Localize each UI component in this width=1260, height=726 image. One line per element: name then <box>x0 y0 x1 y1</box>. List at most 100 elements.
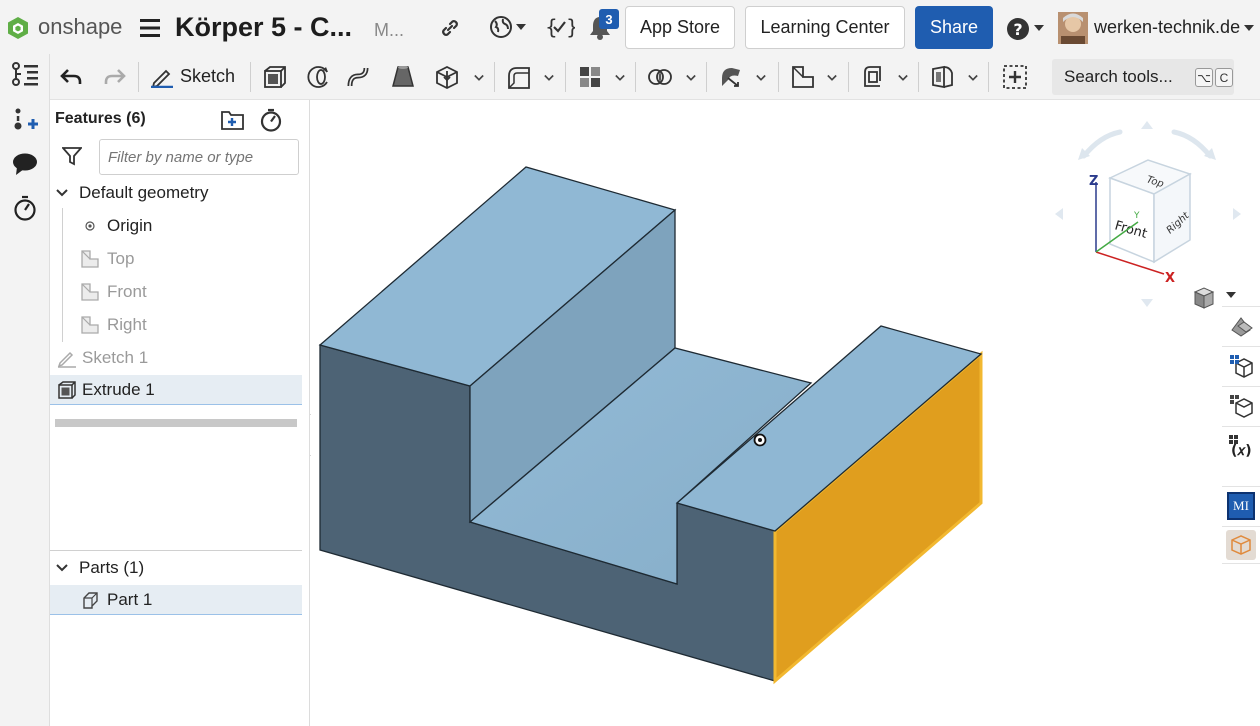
chevron-down-icon[interactable] <box>1226 292 1236 299</box>
feature-item-front[interactable]: Front <box>50 277 302 307</box>
svg-text:{: { <box>545 15 558 39</box>
add-folder-icon[interactable] <box>220 108 246 132</box>
feature-item-top[interactable]: Top <box>50 244 302 274</box>
hamburger-menu-icon[interactable] <box>140 19 162 37</box>
chevron-down-icon[interactable] <box>544 74 554 82</box>
globe-icon[interactable] <box>489 15 513 39</box>
chevron-down-icon[interactable] <box>968 74 978 82</box>
comments-icon[interactable] <box>12 152 38 176</box>
add-custom-feature-icon[interactable] <box>1002 64 1028 90</box>
sketch-button[interactable]: Sketch <box>180 66 235 87</box>
chevron-down-icon[interactable] <box>1244 25 1254 32</box>
view-cube[interactable]: Top Front Right Z X Y <box>1050 116 1246 312</box>
parts-header: Parts (1) <box>79 558 145 577</box>
search-tools-button[interactable]: Search tools... ⌥ C <box>1052 59 1234 95</box>
feature-item-label: Front <box>107 282 147 301</box>
plugin-mk-icon: MI <box>1227 491 1255 520</box>
surface-icon[interactable] <box>930 64 956 90</box>
chevron-down-icon[interactable] <box>1034 25 1044 32</box>
rollback-bar[interactable] <box>55 419 297 427</box>
feature-list-icon[interactable] <box>11 62 39 88</box>
left-rail <box>0 54 50 726</box>
mass-properties-tool[interactable] <box>1222 346 1260 384</box>
chevron-down-icon[interactable] <box>827 74 837 82</box>
chevron-down-icon[interactable] <box>516 24 526 31</box>
redo-icon[interactable] <box>104 66 126 88</box>
plane-icon <box>81 283 99 301</box>
chevron-down-icon[interactable] <box>756 74 766 82</box>
thicken-icon[interactable] <box>434 64 460 90</box>
top-bar: onshape Körper 5 - C... M... { } 3 App S… <box>0 0 1260 54</box>
onshape-logo-icon[interactable] <box>6 16 30 40</box>
transform-icon[interactable] <box>718 64 744 90</box>
chevron-down-icon[interactable] <box>615 74 625 82</box>
variables-icon[interactable] <box>12 108 40 134</box>
feature-panel: Features (6) Default geometry Origin Top… <box>50 100 310 726</box>
plugin-box-tool[interactable] <box>1222 526 1260 564</box>
plane-icon[interactable] <box>790 64 816 90</box>
toolbar-separator <box>565 62 566 92</box>
plugin-mk-tool[interactable]: MI <box>1222 486 1260 524</box>
toolbar-separator <box>138 62 139 92</box>
filter-icon[interactable] <box>62 146 82 166</box>
named-views-tool[interactable] <box>1222 386 1260 424</box>
chevron-down-icon[interactable] <box>898 74 908 82</box>
performance-timer-icon[interactable] <box>12 194 38 222</box>
feature-item-label: Top <box>107 249 135 268</box>
feature-item-extrude-1[interactable]: Extrude 1 <box>50 375 302 405</box>
link-icon[interactable] <box>439 17 461 39</box>
view-options-cube-icon[interactable] <box>1192 286 1218 310</box>
chevron-down-icon[interactable] <box>474 74 484 82</box>
svg-text:?: ? <box>1013 20 1022 39</box>
toolbar-separator <box>988 62 989 92</box>
panel-divider <box>50 550 302 551</box>
feature-item-right[interactable]: Right <box>50 310 302 340</box>
part-item-label: Part 1 <box>107 590 153 609</box>
svg-text:(𝑥): (𝑥) <box>1231 443 1252 459</box>
toolbar-separator <box>918 62 919 92</box>
filter-input[interactable] <box>99 139 299 175</box>
part-item-part-1[interactable]: Part 1 <box>50 585 302 615</box>
sheet-metal-icon[interactable] <box>860 64 886 90</box>
toolbar-separator <box>848 62 849 92</box>
appearance-icon <box>1231 316 1253 337</box>
loft-icon[interactable] <box>390 64 416 90</box>
section-view-icon <box>1230 354 1253 378</box>
shortcut-key-option: ⌥ <box>1195 68 1213 87</box>
document-title[interactable]: Körper 5 - C... <box>175 12 352 43</box>
fillet-icon[interactable] <box>506 64 532 90</box>
rollback-timer-icon[interactable] <box>259 107 283 133</box>
sketch-pencil-icon[interactable] <box>150 66 174 88</box>
document-subtitle[interactable]: M... <box>374 20 404 41</box>
feature-item-label: Right <box>107 315 147 334</box>
help-icon[interactable]: ? <box>1006 17 1030 41</box>
versions-icon[interactable]: { } <box>545 14 575 40</box>
feature-item-origin[interactable]: Origin <box>50 211 302 241</box>
parts-group[interactable]: Parts (1) <box>50 553 302 583</box>
extrude-icon[interactable] <box>262 64 288 90</box>
appearance-tool[interactable] <box>1222 306 1260 344</box>
chevron-down-icon[interactable] <box>686 74 696 82</box>
share-button[interactable]: Share <box>915 6 993 49</box>
rotate-right-arrow-icon <box>1233 208 1241 220</box>
split-icon[interactable] <box>577 64 603 90</box>
rotate-down-arrow-icon <box>1141 299 1153 307</box>
feature-item-label: Sketch 1 <box>82 348 149 367</box>
default-geometry-group[interactable]: Default geometry <box>50 178 302 208</box>
app-store-button[interactable]: App Store <box>625 6 735 49</box>
feature-item-sketch-1[interactable]: Sketch 1 <box>50 343 302 373</box>
measure-tool[interactable]: (𝑥) <box>1222 426 1260 464</box>
chevron-down-icon[interactable] <box>56 188 68 198</box>
boolean-icon[interactable] <box>647 64 673 90</box>
chevron-down-icon[interactable] <box>56 563 68 573</box>
origin-icon <box>85 221 95 231</box>
plane-icon <box>81 316 99 334</box>
user-avatar[interactable] <box>1058 12 1088 44</box>
learning-center-button[interactable]: Learning Center <box>745 6 905 49</box>
revolve-icon[interactable] <box>305 64 331 90</box>
undo-icon[interactable] <box>60 66 82 88</box>
user-name[interactable]: werken-technik.de <box>1094 17 1240 38</box>
rotate-up-arrow-icon <box>1141 121 1153 129</box>
axis-z-label: Z <box>1089 174 1098 189</box>
sweep-icon[interactable] <box>346 64 372 90</box>
